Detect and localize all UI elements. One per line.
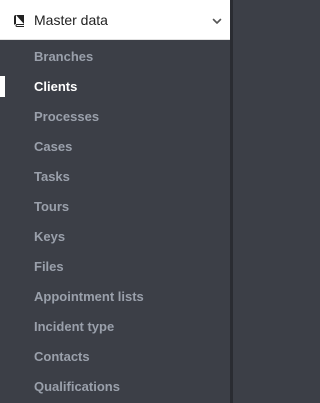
menu-item-branches[interactable]: Branches — [0, 41, 233, 71]
chevron-down-icon[interactable] — [211, 14, 223, 26]
sidebar-edge — [230, 0, 233, 403]
menu-item-tasks[interactable]: Tasks — [0, 161, 233, 191]
master-data-menu: Branches Clients Processes Cases Tasks T… — [0, 40, 233, 401]
menu-item-cases[interactable]: Cases — [0, 131, 233, 161]
menu-item-clients[interactable]: Clients — [0, 71, 233, 101]
book-icon — [14, 14, 24, 27]
master-data-header[interactable]: Master data — [0, 0, 233, 40]
menu-item-files[interactable]: Files — [0, 251, 233, 281]
menu-item-keys[interactable]: Keys — [0, 221, 233, 251]
menu-item-qualifications[interactable]: Qualifications — [0, 371, 233, 401]
menu-item-tours[interactable]: Tours — [0, 191, 233, 221]
sidebar: Master data Branches Clients Processes C… — [0, 0, 233, 403]
menu-item-appointment-lists[interactable]: Appointment lists — [0, 281, 233, 311]
menu-item-contacts[interactable]: Contacts — [0, 341, 233, 371]
menu-item-incident-type[interactable]: Incident type — [0, 311, 233, 341]
menu-item-processes[interactable]: Processes — [0, 101, 233, 131]
header-title: Master data — [34, 11, 108, 28]
